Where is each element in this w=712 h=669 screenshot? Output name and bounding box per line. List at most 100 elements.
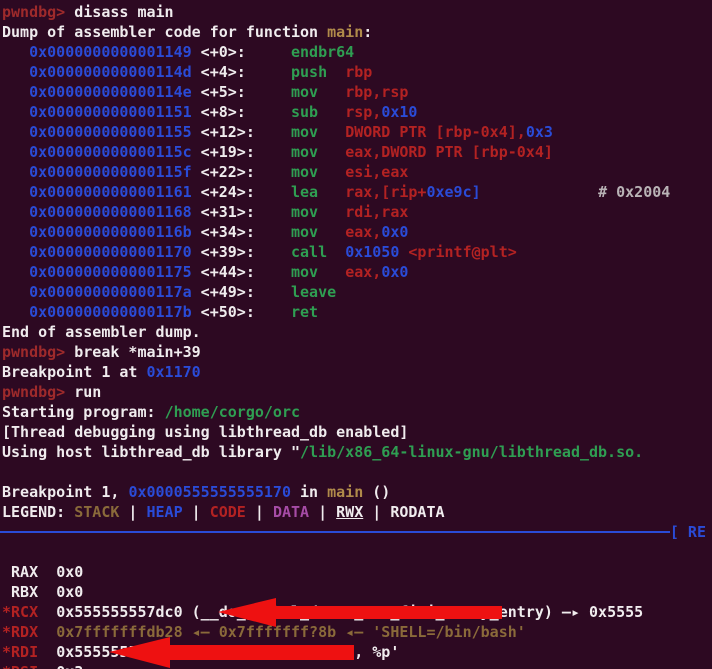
row-indent — [2, 103, 29, 121]
register-row: RBX 0x0 — [0, 582, 712, 602]
legend-item-code: CODE — [209, 503, 246, 521]
instruction-mnemonic: endbr64 — [291, 43, 355, 61]
instruction-address: 0x0000000000001155 — [29, 123, 192, 141]
registers-section-divider: [ RE — [0, 522, 712, 542]
register-row: *RCX 0x555555557dc0 (__do_global_dtors_a… — [0, 602, 712, 622]
breakpoint-hit-label: Breakpoint 1, — [2, 483, 129, 501]
register-modified-marker: * — [2, 663, 11, 669]
breakpoint-hit-function: main — [327, 483, 364, 501]
instruction-offset: <+12>: — [191, 123, 291, 141]
register-row: *RDX 0x7fffffffdb28 ◂— 0x7fffffff?8b ◂— … — [0, 622, 712, 642]
instruction-address: 0x0000000000001161 — [29, 183, 192, 201]
instruction-mnemonic: mov — [291, 203, 346, 221]
starting-program-label: Starting program: — [2, 403, 165, 421]
legend-item-rwx: RWX — [336, 503, 364, 521]
row-indent — [2, 163, 29, 181]
register-name: RDX — [11, 623, 39, 641]
register-value: 0x7fffffffdb28 — [56, 623, 183, 641]
legend-item-stack: STACK — [74, 503, 120, 521]
instruction-mnemonic: mov — [291, 143, 346, 161]
instruction-immediate: 0x10 — [381, 103, 418, 121]
instruction-mnemonic: ret — [291, 303, 346, 321]
register-row: RAX 0x0 — [0, 562, 712, 582]
disassembly-row: 0x0000000000001161 <+24>: lea rax,[rip+0… — [0, 182, 712, 202]
instruction-operand: eax, — [345, 263, 382, 281]
row-indent — [2, 43, 29, 61]
instruction-mnemonic: leave — [291, 283, 346, 301]
divider-bar — [0, 531, 670, 533]
instruction-operand: eax, — [345, 223, 382, 241]
prompt-label-2: pwndbg> — [2, 343, 66, 361]
instruction-offset: <+24>: — [191, 183, 291, 201]
prompt-label-3: pwndbg> — [2, 383, 66, 401]
disassembly-row: 0x000000000000115c <+19>: mov eax,DWORD … — [0, 142, 712, 162]
divider-label: [ RE — [669, 523, 706, 541]
disassembly-row: 0x0000000000001175 <+44>: mov eax,0x0 — [0, 262, 712, 282]
legend-item-rodata: RODATA — [390, 503, 445, 521]
instruction-operand: rsp, — [345, 103, 382, 121]
comment-gap — [481, 183, 598, 201]
register-annotation: ◂— 0x7fffffff?8b ◂— 'SHELL=/bin/bash' — [182, 623, 526, 641]
dump-footer-text: End of assembler dump. — [2, 323, 201, 341]
disassembly-row: 0x0000000000001155 <+12>: mov DWORD PTR … — [0, 122, 712, 142]
instruction-address: 0x0000000000001168 — [29, 203, 192, 221]
register-annotation: ◂— 'Hello World %p, %p' — [182, 643, 400, 661]
instruction-address: 0x0000000000001170 — [29, 243, 192, 261]
row-indent — [2, 83, 29, 101]
instruction-mnemonic: lea — [291, 183, 346, 201]
register-row: *RSI 0x3 — [0, 662, 712, 669]
row-indent — [2, 123, 29, 141]
instruction-offset: <+19>: — [191, 143, 291, 161]
instruction-offset: <+4>: — [191, 63, 291, 81]
legend-sep-5: | — [363, 503, 391, 521]
instruction-address: 0x000000000000117b — [29, 303, 192, 321]
dump-header-function: main — [327, 23, 364, 41]
breakpoint-hit-line: Breakpoint 1, 0x0000555555555170 in main… — [0, 482, 712, 502]
disassembly-row: 0x000000000000116b <+34>: mov eax,0x0 — [0, 222, 712, 242]
instruction-offset: <+39>: — [191, 243, 291, 261]
breakpoint-hit-in: in — [291, 483, 328, 501]
instruction-offset: <+31>: — [191, 203, 291, 221]
instruction-operand: DWORD PTR [rbp-0x4], — [345, 123, 526, 141]
prompt-label: pwndbg> — [2, 3, 66, 21]
instruction-address: 0x000000000000116b — [29, 223, 192, 241]
call-target-symbol: <printf@plt> — [408, 243, 517, 261]
disassembly-row: 0x0000000000001168 <+31>: mov rdi,rax — [0, 202, 712, 222]
instruction-address: 0x000000000000115c — [29, 143, 192, 161]
dump-header-pre: Dump of assembler code for function — [2, 23, 328, 41]
register-value: 0x3 — [56, 663, 83, 669]
disassembly-row: 0x0000000000001151 <+8>: sub rsp,0x10 — [0, 102, 712, 122]
row-indent — [2, 63, 29, 81]
register-name: RCX — [11, 603, 39, 621]
disassembly-row: 0x0000000000001170 <+39>: call 0x1050 <p… — [0, 242, 712, 262]
breakpoint-hit-parens: () — [363, 483, 391, 501]
instruction-mnemonic: mov — [291, 163, 346, 181]
libthread-path-visible: /lib/x86_64-linux-gnu/libthread_db.so. — [300, 443, 644, 461]
command-text-run: run — [74, 383, 102, 401]
terminal-window[interactable]: pwndbg> disass main Dump of assembler co… — [0, 0, 712, 669]
instruction-operand: esi,eax — [345, 163, 409, 181]
instruction-immediate: 0x1050 — [345, 243, 400, 261]
register-name: RSI — [11, 663, 38, 669]
registers-panel: RAX 0x0 RBX 0x0 *RCX 0x555555557dc0 (__do… — [0, 562, 712, 669]
instruction-offset: <+8>: — [191, 103, 291, 121]
register-name: RDI — [11, 643, 39, 661]
instruction-operand: rbp — [345, 63, 373, 81]
register-gap — [38, 623, 56, 641]
instruction-offset: <+5>: — [191, 83, 291, 101]
instruction-mnemonic: push — [291, 63, 346, 81]
command-line-disass: pwndbg> disass main — [0, 2, 712, 22]
instruction-offset: <+50>: — [191, 303, 291, 321]
dump-header-post: : — [363, 23, 373, 41]
instruction-address: 0x000000000000114e — [29, 83, 192, 101]
breakpoint-set-label: Breakpoint 1 at — [2, 363, 147, 381]
instruction-offset: <+34>: — [191, 223, 291, 241]
instruction-mnemonic: mov — [291, 263, 346, 281]
row-indent — [2, 283, 29, 301]
register-value: 0x555555557dc0 — [56, 603, 183, 621]
legend-sep-1: | — [119, 503, 147, 521]
libthread-line: Using host libthread_db library ""/lib/x… — [2, 443, 644, 461]
instruction-operand: rbp,rsp — [345, 83, 409, 101]
disassembly-row: 0x0000000000001149 <+0>: endbr64 — [0, 42, 712, 62]
